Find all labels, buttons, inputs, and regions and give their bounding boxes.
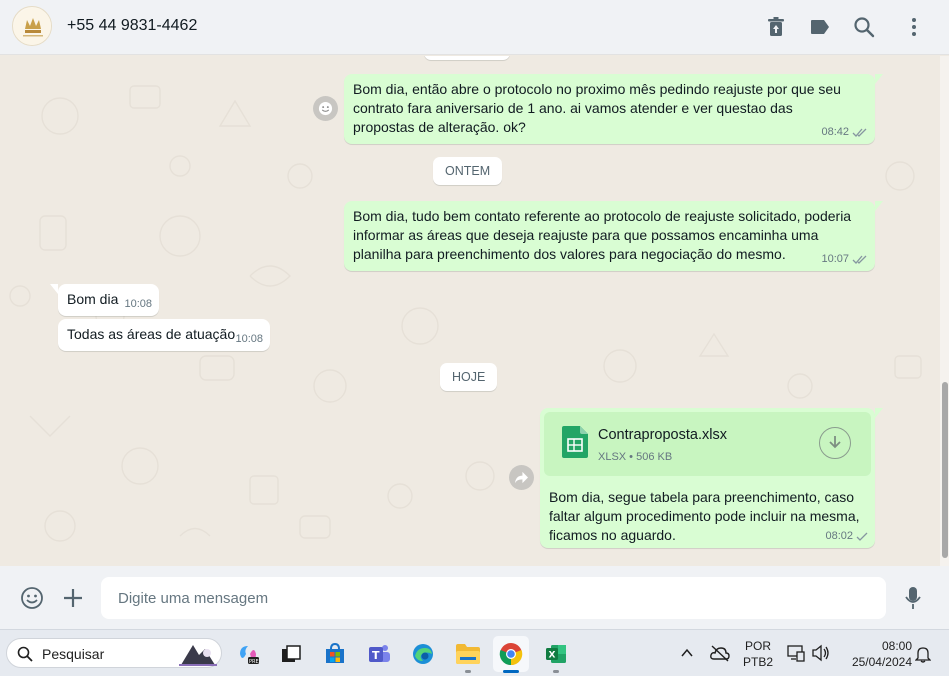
file-name: Contraproposta.xlsx [598, 427, 727, 443]
composer [0, 566, 949, 629]
taskbar-file-explorer[interactable] [450, 636, 486, 673]
clock-time: 08:00 [881, 639, 912, 653]
volume-icon[interactable] [811, 644, 831, 662]
windows-taskbar: Pesquisar PRE T X POR PTB2 08:00 25/04/2… [0, 629, 949, 676]
emoji-icon[interactable] [20, 586, 44, 610]
message-meta: 10:08 [124, 295, 152, 314]
message-time: 08:42 [821, 126, 849, 138]
taskbar-chrome[interactable] [493, 636, 529, 673]
message-outgoing[interactable]: Bom dia, tudo bem contato referente ao p… [344, 201, 883, 271]
clock[interactable]: 08:00 25/04/2024 [840, 638, 912, 670]
task-view-icon [282, 645, 301, 662]
message-meta: 10:07 [821, 250, 868, 269]
date-chip-partial [424, 56, 510, 60]
delete-icon[interactable] [764, 15, 788, 39]
scrollbar-thumb[interactable] [942, 382, 948, 558]
taskbar-store[interactable] [317, 636, 353, 672]
taskbar-search[interactable]: Pesquisar [6, 638, 222, 668]
message-incoming[interactable]: Todas as áreas de atuação 10:08 [58, 319, 270, 351]
network-icon[interactable] [787, 644, 805, 662]
copilot-icon: PRE [240, 646, 259, 665]
taskbar-edge[interactable] [405, 636, 441, 672]
svg-text:PRE: PRE [249, 659, 259, 665]
message-time: 08:02 [825, 530, 853, 542]
taskbar-excel[interactable]: X [538, 636, 574, 673]
message-text: Bom dia, tudo bem contato referente ao p… [353, 208, 852, 262]
reaction-button[interactable] [313, 96, 338, 121]
taskbar-task-view[interactable] [273, 636, 309, 672]
message-time: 10:08 [235, 333, 263, 345]
file-attachment[interactable]: Contraproposta.xlsx XLSX • 506 KB [544, 412, 871, 476]
message-time: 10:07 [821, 253, 849, 265]
download-icon [829, 436, 841, 449]
forward-icon [515, 471, 528, 484]
taskbar-search-label: Pesquisar [42, 646, 105, 662]
chrome-icon [499, 643, 523, 666]
file-info: XLSX • 506 KB [598, 451, 673, 463]
taskbar-teams[interactable]: T [361, 636, 397, 672]
chat-header: +55 44 9831-4462 [0, 0, 949, 55]
message-text: Bom dia, então abre o protocolo no proxi… [353, 81, 841, 135]
taskbar-copilot[interactable]: PRE [230, 636, 266, 672]
message-meta: 08:42 [821, 123, 868, 142]
microphone-icon[interactable] [904, 586, 922, 611]
message-input[interactable] [101, 577, 886, 619]
contact-name[interactable]: +55 44 9831-4462 [67, 17, 197, 35]
double-check-icon [852, 255, 867, 264]
chat-area[interactable]: Bom dia, então abre o protocolo no proxi… [0, 56, 949, 566]
clock-date: 25/04/2024 [851, 655, 912, 669]
store-icon [326, 642, 344, 663]
language-line1: POR [744, 639, 771, 653]
excel-icon: X [546, 645, 566, 663]
message-outgoing[interactable]: Bom dia, então abre o protocolo no proxi… [344, 74, 883, 144]
attach-plus-icon[interactable] [62, 587, 84, 609]
message-outgoing-file[interactable]: Contraproposta.xlsx XLSX • 506 KB Bom di… [540, 408, 883, 548]
search-icon [17, 646, 33, 662]
folder-icon [456, 644, 480, 664]
label-icon[interactable] [808, 15, 832, 39]
double-check-icon [852, 128, 867, 137]
onedrive-offline-icon[interactable] [710, 644, 730, 662]
menu-icon[interactable] [902, 15, 926, 39]
chevron-up-icon[interactable] [681, 648, 693, 658]
language-indicator[interactable]: POR PTB2 [742, 638, 774, 670]
spreadsheet-icon [562, 426, 588, 458]
notification-bell-icon[interactable] [915, 645, 931, 663]
date-chip-yesterday: ONTEM [433, 157, 503, 185]
smiley-icon [318, 101, 333, 116]
message-incoming[interactable]: Bom dia 10:08 [50, 284, 159, 316]
contact-avatar[interactable] [12, 6, 52, 46]
teams-icon: T [369, 645, 390, 662]
check-icon [856, 532, 868, 541]
search-icon[interactable] [852, 15, 876, 39]
svg-text:T: T [372, 649, 380, 662]
forward-button[interactable] [509, 465, 534, 490]
download-button[interactable] [819, 427, 851, 459]
svg-text:X: X [549, 651, 556, 661]
message-meta: 08:02 [825, 527, 868, 546]
message-meta: 10:08 [235, 330, 263, 349]
date-chip-today: HOJE [440, 363, 498, 391]
language-line2: PTB2 [742, 655, 773, 669]
search-highlight-icon [179, 645, 217, 666]
scrollbar[interactable] [940, 56, 949, 566]
edge-icon [413, 644, 433, 664]
message-time: 10:08 [124, 298, 152, 310]
